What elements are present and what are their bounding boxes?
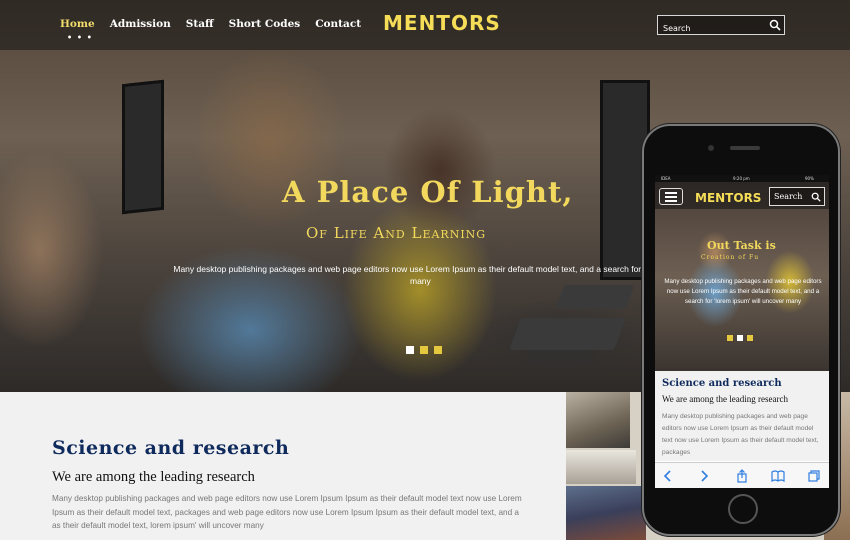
nav-item-admission[interactable]: Admission <box>110 18 171 30</box>
hero-photo-keyboard <box>509 318 626 350</box>
phone-home-button[interactable] <box>728 494 758 524</box>
hero-photo-monitor-left <box>122 79 164 215</box>
phone-time: 9:20 pm <box>733 176 750 181</box>
hero-title: A Place Of Light, <box>282 175 574 209</box>
share-icon[interactable] <box>735 469 749 483</box>
hero-description: Many desktop publishing packages and web… <box>173 264 671 274</box>
bookmarks-icon[interactable] <box>771 469 785 483</box>
hero-photo-keyboard-2 <box>555 285 635 309</box>
slider-dot-2[interactable] <box>420 346 428 354</box>
phone-search-label: Search <box>774 192 803 201</box>
phone-hero: MENTORS Search Out Task is Creation of F… <box>655 182 829 371</box>
phone-search-box[interactable]: Search <box>769 187 825 206</box>
phone-status-bar: IDEA 9:20 pm 90% <box>655 175 829 182</box>
phone-slider-dot-3[interactable] <box>747 335 753 341</box>
science-section: Science and research We are among the le… <box>0 392 566 540</box>
phone-science-section: Science and research We are among the le… <box>655 371 829 461</box>
search-icon[interactable] <box>811 192 821 202</box>
hero-description-continued: many <box>410 276 431 286</box>
phone-slider-dot-1[interactable] <box>727 335 733 341</box>
back-icon[interactable] <box>661 469 675 483</box>
slider-pagination <box>406 346 442 354</box>
forward-icon[interactable] <box>697 469 711 483</box>
phone-hero-description: Many desktop publishing packages and web… <box>664 278 822 305</box>
search-icon[interactable] <box>769 19 781 31</box>
hamburger-menu-icon[interactable] <box>659 188 683 205</box>
phone-battery: 90% <box>805 176 814 181</box>
active-indicator-dots: • • • <box>67 32 93 42</box>
site-logo[interactable]: MENTORS <box>383 11 501 35</box>
classroom-photo-1 <box>566 392 630 448</box>
search-box <box>657 15 785 38</box>
section-text: Many desktop publishing packages and web… <box>52 494 522 530</box>
phone-hero-title: Out Task is <box>707 239 776 252</box>
main-menu: Home • • • Admission Staff Short Codes C… <box>60 18 376 41</box>
section-title: Science and research <box>52 437 290 459</box>
tabs-icon[interactable] <box>807 469 821 483</box>
nav-item-short-codes[interactable]: Short Codes <box>229 18 301 30</box>
nav-item-home-label: Home <box>60 18 95 30</box>
phone-section-title: Science and research <box>662 378 782 389</box>
phone-section-subtitle: We are among the leading research <box>662 394 788 404</box>
nav-item-contact[interactable]: Contact <box>315 18 361 30</box>
phone-camera <box>708 145 714 151</box>
top-navigation: Home • • • Admission Staff Short Codes C… <box>0 0 850 50</box>
slider-dot-1[interactable] <box>406 346 414 354</box>
phone-screen: IDEA 9:20 pm 90% MENTORS Search Out Task… <box>655 175 829 488</box>
hero-subtitle: Of Life And Learning <box>306 224 487 242</box>
phone-carrier: IDEA <box>661 176 671 181</box>
phone-speaker <box>730 146 760 150</box>
slider-dot-3[interactable] <box>434 346 442 354</box>
phone-site-logo[interactable]: MENTORS <box>695 191 761 205</box>
phone-hero-subtitle: Creation of Fu <box>701 254 760 261</box>
classroom-photo-2 <box>566 450 636 484</box>
phone-section-text: Many desktop publishing packages and web… <box>662 413 819 456</box>
section-subtitle: We are among the leading research <box>52 469 255 485</box>
phone-slider-dot-2[interactable] <box>737 335 743 341</box>
nav-item-staff[interactable]: Staff <box>186 18 214 30</box>
search-input[interactable] <box>658 19 766 38</box>
nav-item-home[interactable]: Home • • • <box>60 18 95 41</box>
phone-slider-pagination <box>727 335 753 341</box>
phone-navbar: MENTORS Search <box>655 182 829 209</box>
phone-mockup: IDEA 9:20 pm 90% MENTORS Search Out Task… <box>642 124 840 536</box>
classroom-photo-3 <box>566 486 646 540</box>
browser-toolbar <box>655 462 829 488</box>
